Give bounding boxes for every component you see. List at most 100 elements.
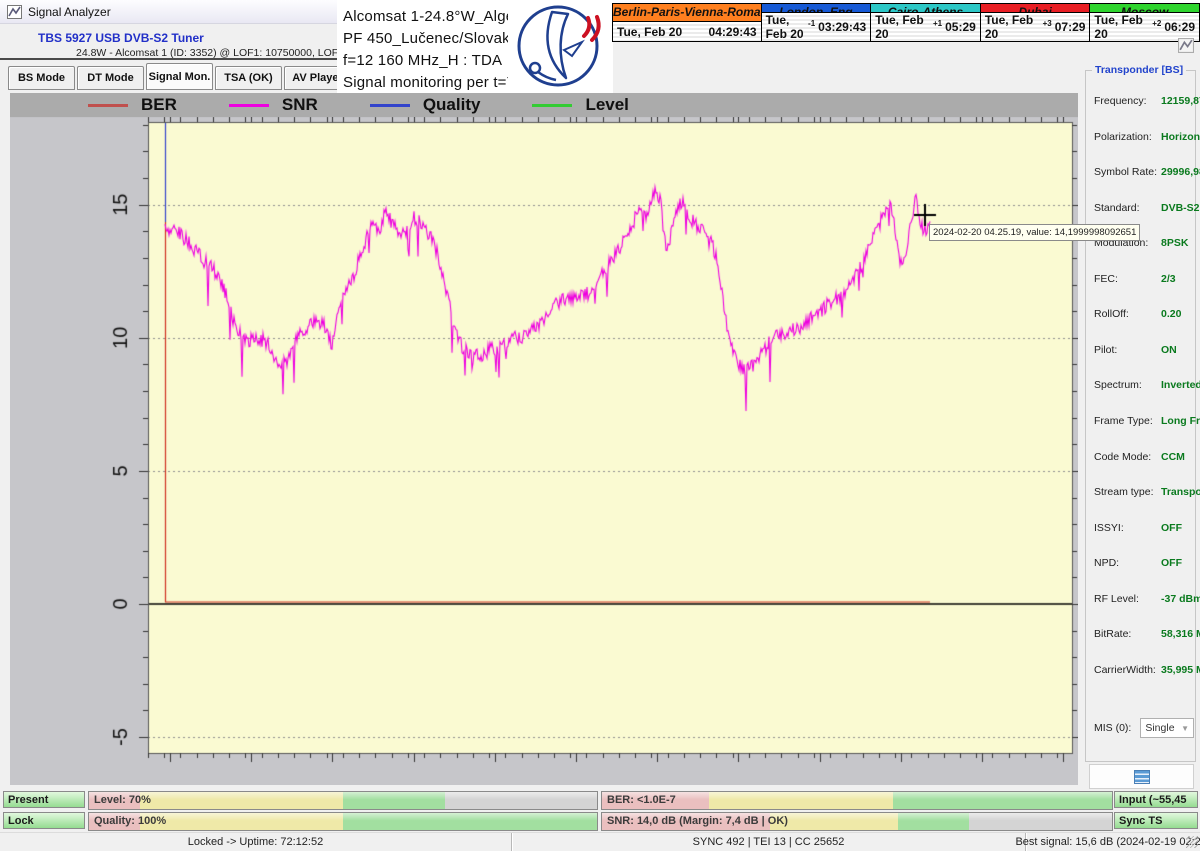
transponder-groupbox: Transponder [BS] MIS (0): Single ▼ Frequ…: [1085, 70, 1196, 762]
field-label: Code Mode:: [1094, 451, 1161, 463]
signal-chart-area: BER SNR Quality Level: [10, 93, 1078, 785]
clock-time-row: Tue, Feb 20 04:29:43: [613, 22, 761, 41]
field-value: Transport: [1161, 486, 1200, 498]
bar-label: BER: <1.0E-7: [607, 792, 676, 809]
clock-time-row: Tue, Feb 20+206:29: [1090, 13, 1199, 41]
transponder-field-bitrate-: BitRate:58,316 Mbit/s: [1094, 628, 1194, 640]
field-value: 35,995 MHz: [1161, 664, 1200, 676]
transponder-field-npd-: NPD:OFF: [1094, 557, 1194, 569]
clock-time: 04:29:43: [709, 25, 757, 39]
mis-dropdown[interactable]: Single ▼: [1140, 718, 1194, 738]
field-value: OFF: [1161, 522, 1182, 534]
bar-zone-gray: [969, 813, 1112, 830]
field-value: 58,316 Mbit/s: [1161, 628, 1200, 640]
transponder-field-issyi-: ISSYI:OFF: [1094, 522, 1194, 534]
tab-signal-mon-[interactable]: Signal Mon.: [146, 63, 213, 90]
clock-city: London, Eng: [762, 4, 871, 13]
dxsatcs-logo-graphic: [508, 0, 613, 92]
field-value: 8PSK: [1161, 237, 1188, 249]
badge-input-55-45-mbps-: Input (~55,45 Mbps): [1114, 791, 1198, 808]
transponder-field-stream-type-: Stream type:Transport: [1094, 486, 1194, 498]
bar-ber: BER: <1.0E-7: [601, 791, 1113, 810]
badge-lock: Lock: [3, 812, 85, 829]
bar-level: Level: 70%: [88, 791, 598, 810]
clock-time: 07:29: [1055, 20, 1086, 34]
bar-zone-green: [898, 813, 969, 830]
transponder-field-rf-level-: RF Level:-37 dBm: [1094, 593, 1194, 605]
tab-bs-mode[interactable]: BS Mode: [8, 66, 75, 90]
bar-snr: SNR: 14,0 dB (Margin: 7,4 dB | OK): [601, 812, 1113, 831]
clock-berlin-paris-vienna-roma: Berlin-Paris-Vienna-Roma Tue, Feb 20 04:29…: [613, 4, 762, 41]
clock-date: Tue, Feb 20: [1094, 13, 1152, 41]
bar-label: Level: 70%: [94, 792, 151, 809]
transponder-list-button[interactable]: [1089, 764, 1194, 789]
field-value: Horizontal: [1161, 131, 1200, 143]
tab-dt-mode[interactable]: DT Mode: [77, 66, 144, 90]
field-value: 29996,982 KS/s: [1161, 166, 1200, 178]
clock-date: Tue, Feb 20: [617, 25, 682, 39]
clock-city: Dubai: [981, 4, 1090, 13]
chevron-down-icon: ▼: [1181, 724, 1189, 733]
field-label: NPD:: [1094, 557, 1161, 569]
bar-quality: Quality: 100%: [88, 812, 598, 831]
field-value: OFF: [1161, 557, 1182, 569]
chart-tooltip: 2024-02-20 04.25.19, value: 14,199999809…: [929, 224, 1140, 241]
field-value: 12159,873 MHz: [1161, 95, 1200, 107]
clock-city: Berlin-Paris-Vienna-Roma: [613, 4, 761, 22]
tab-tsa-ok-[interactable]: TSA (OK): [215, 66, 282, 90]
statusbar-sync-counters: SYNC 492 | TEI 13 | CC 25652: [512, 833, 1026, 851]
statusbar: Locked -> Uptime: 72:12:52 SYNC 492 | TE…: [0, 832, 1200, 851]
legend-label: Level: [585, 95, 628, 115]
clock-date: Tue, Feb 20: [766, 13, 808, 41]
legend-label: Quality: [423, 95, 481, 115]
transponder-field-carrierwidth-: CarrierWidth:35,995 MHz: [1094, 664, 1194, 676]
field-value: -37 dBm: [1161, 593, 1200, 605]
mis-selected-value: Single: [1145, 722, 1174, 734]
clock-london-eng: London, EngTue, Feb 20-103:29:43: [762, 4, 872, 41]
legend-line-swatch: [229, 104, 269, 107]
transponder-field-code-mode-: Code Mode:CCM: [1094, 451, 1194, 463]
resize-grip[interactable]: [1186, 836, 1198, 848]
bar-zone-yellow: [709, 792, 893, 809]
signal-chart[interactable]: [10, 93, 1078, 785]
signal-analyzer-app-icon: [7, 5, 22, 19]
field-value: Long Frame: [1161, 415, 1200, 427]
bar-zone-yellow: [140, 792, 343, 809]
field-label: ISSYI:: [1094, 522, 1161, 534]
transponder-field-fec-: FEC:2/3: [1094, 273, 1194, 285]
field-label: Stream type:: [1094, 486, 1161, 498]
tuner-title: TBS 5927 USB DVB-S2 Tuner: [38, 31, 204, 45]
field-value: DVB-S2: [1161, 202, 1200, 214]
badge-sync-ts: Sync TS: [1114, 812, 1198, 829]
field-value: CCM: [1161, 451, 1185, 463]
clock-time-row: Tue, Feb 20+307:29: [981, 13, 1090, 41]
field-label: RF Level:: [1094, 593, 1161, 605]
transponder-sidebar: Transponder [BS] MIS (0): Single ▼ Frequ…: [1085, 64, 1198, 790]
field-label: Standard:: [1094, 202, 1161, 214]
clock-city: Cairo-Athens: [871, 4, 980, 13]
transponder-field-spectrum-: Spectrum:Inverted: [1094, 379, 1194, 391]
bar-zone-green: [893, 792, 1112, 809]
chart-legend: BER SNR Quality Level: [10, 93, 1078, 117]
field-value: Inverted: [1161, 379, 1200, 391]
badge-present: Present: [3, 791, 85, 808]
clock-utc-offset: +1: [933, 19, 942, 28]
bar-label: Quality: 100%: [94, 813, 166, 830]
legend-label: BER: [141, 95, 177, 115]
field-label: BitRate:: [1094, 628, 1161, 640]
transponder-field-frequency-: Frequency:12159,873 MHz: [1094, 95, 1194, 107]
legend-line-swatch: [370, 104, 410, 107]
mode-tabs: BS ModeDT ModeSignal Mon.TSA (OK)AV Play…: [8, 66, 351, 90]
clock-time: 03:29:43: [818, 20, 866, 34]
transponder-field-frame-type-: Frame Type:Long Frame: [1094, 415, 1194, 427]
signal-analyzer-tray-icon[interactable]: [1178, 38, 1194, 53]
field-label: Frame Type:: [1094, 415, 1161, 427]
clock-date: Tue, Feb 20: [985, 13, 1043, 41]
field-label: FEC:: [1094, 273, 1161, 285]
clock-cairo-athens: Cairo-AthensTue, Feb 20+105:29: [871, 4, 981, 41]
legend-line-swatch: [532, 104, 572, 107]
field-value: ON: [1161, 344, 1177, 356]
legend-label: SNR: [282, 95, 318, 115]
transponder-field-pilot-: Pilot:ON: [1094, 344, 1194, 356]
bar-zone-yellow: [140, 813, 343, 830]
